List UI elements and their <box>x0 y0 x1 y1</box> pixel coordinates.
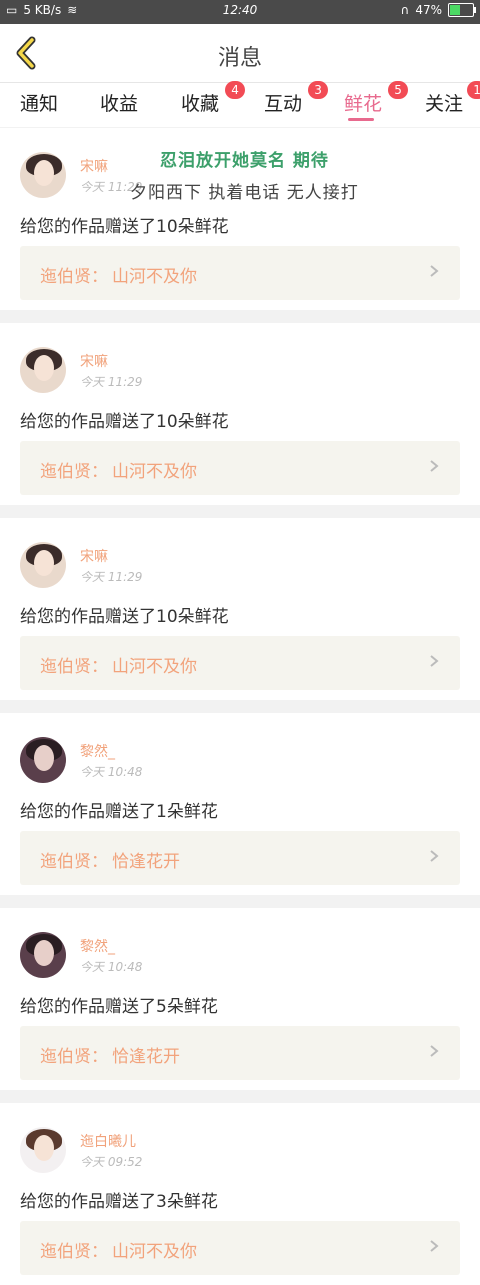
sender-name[interactable]: 黎然_ <box>80 741 115 761</box>
tab-label: 互动 <box>264 93 303 115</box>
tab-favorites[interactable]: 收藏 4 <box>181 81 246 116</box>
tab-label: 通知 <box>20 93 59 115</box>
work-link[interactable]: 迤伯贤： 恰逢花开 <box>20 831 460 885</box>
tab-label: 收藏 <box>181 93 220 115</box>
unread-badge: 5 <box>388 81 409 99</box>
work-link[interactable]: 迤伯贤： 山河不及你 <box>20 246 460 300</box>
avatar[interactable] <box>20 347 66 393</box>
avatar[interactable] <box>20 542 66 588</box>
tab-label: 鲜花 <box>344 93 383 115</box>
tab-bar: 通知 收益 收藏 4 互动 3 鲜花 5 关注 1 <box>0 81 480 127</box>
work-author: 迤伯贤： <box>40 267 108 287</box>
message-text: 给您的作品赠送了1朵鲜花 <box>20 802 218 822</box>
tab-interactions[interactable]: 互动 3 <box>264 81 329 116</box>
chevron-right-icon <box>430 1045 439 1057</box>
flower-message-card[interactable]: 宋嘛 今天 11:29 给您的作品赠送了10朵鲜花 迤伯贤： 山河不及你 <box>0 323 480 505</box>
sender-name[interactable]: 迤白曦儿 <box>80 1131 136 1151</box>
page-title: 消息 <box>217 46 262 71</box>
chevron-right-icon <box>430 655 439 667</box>
sender-name[interactable]: 黎然_ <box>80 936 115 956</box>
work-author: 迤伯贤： <box>40 852 108 872</box>
message-time: 今天 10:48 <box>80 960 143 974</box>
work-author: 迤伯贤： <box>40 1047 108 1067</box>
lyric-overlay-line1: 忍泪放开她莫名 期待 <box>160 151 329 171</box>
chevron-right-icon <box>430 1240 439 1252</box>
unread-badge: 3 <box>308 81 329 99</box>
status-right: ∩ 47% <box>400 3 476 17</box>
work-title: 山河不及你 <box>112 267 197 287</box>
tab-follows[interactable]: 关注 1 <box>425 81 480 116</box>
sender-name[interactable]: 宋嘛 <box>80 156 108 176</box>
chevron-right-icon <box>430 265 439 277</box>
tab-earnings[interactable]: 收益 <box>100 89 138 116</box>
work-title: 山河不及你 <box>112 462 197 482</box>
work-link[interactable]: 迤伯贤： 山河不及你 <box>20 636 460 690</box>
message-time: 今天 09:52 <box>80 1155 143 1169</box>
top-bar: 消息 <box>0 24 480 83</box>
work-link[interactable]: 迤伯贤： 恰逢花开 <box>20 1026 460 1080</box>
message-time: 今天 11:29 <box>80 375 143 389</box>
avatar[interactable] <box>20 932 66 978</box>
status-bar: ▭ 5 KB/s ≋ 12:40 ∩ 47% <box>0 0 480 24</box>
unread-badge: 1 <box>467 81 480 99</box>
sender-name[interactable]: 宋嘛 <box>80 546 108 566</box>
headphones-icon: ∩ <box>400 3 410 17</box>
flower-message-card[interactable]: 迤白曦儿 今天 09:52 给您的作品赠送了3朵鲜花 迤伯贤： 山河不及你 <box>0 1103 480 1285</box>
work-title: 恰逢花开 <box>112 852 180 872</box>
tab-flowers[interactable]: 鲜花 5 <box>344 81 409 116</box>
message-time: 今天 11:29 <box>80 570 143 584</box>
tab-notifications[interactable]: 通知 <box>20 89 58 116</box>
lyric-overlay-line2: 夕阳西下 执着电话 无人接打 <box>130 183 359 203</box>
message-text: 给您的作品赠送了10朵鲜花 <box>20 217 229 237</box>
message-text: 给您的作品赠送了10朵鲜花 <box>20 412 229 432</box>
chevron-right-icon <box>430 850 439 862</box>
work-author: 迤伯贤： <box>40 657 108 677</box>
avatar[interactable] <box>20 152 66 198</box>
flower-message-card[interactable]: 宋嘛 今天 11:29 给您的作品赠送了10朵鲜花 迤伯贤： 山河不及你 <box>0 518 480 700</box>
unread-badge: 4 <box>225 81 246 99</box>
tab-label: 收益 <box>100 93 139 115</box>
work-title: 山河不及你 <box>112 1242 197 1262</box>
avatar[interactable] <box>20 1127 66 1173</box>
tab-label: 关注 <box>425 93 464 115</box>
message-text: 给您的作品赠送了5朵鲜花 <box>20 997 218 1017</box>
flower-message-card[interactable]: 黎然_ 今天 10:48 给您的作品赠送了5朵鲜花 迤伯贤： 恰逢花开 <box>0 908 480 1090</box>
active-tab-indicator <box>348 118 374 121</box>
chevron-right-icon <box>430 460 439 472</box>
work-link[interactable]: 迤伯贤： 山河不及你 <box>20 1221 460 1275</box>
work-author: 迤伯贤： <box>40 1242 108 1262</box>
work-author: 迤伯贤： <box>40 462 108 482</box>
sender-name[interactable]: 宋嘛 <box>80 351 108 371</box>
avatar[interactable] <box>20 737 66 783</box>
message-text: 给您的作品赠送了10朵鲜花 <box>20 607 229 627</box>
battery-percent: 47% <box>415 3 442 17</box>
message-time: 今天 10:48 <box>80 765 143 779</box>
work-link[interactable]: 迤伯贤： 山河不及你 <box>20 441 460 495</box>
message-text: 给您的作品赠送了3朵鲜花 <box>20 1192 218 1212</box>
flower-message-card[interactable]: 黎然_ 今天 10:48 给您的作品赠送了1朵鲜花 迤伯贤： 恰逢花开 <box>0 713 480 895</box>
work-title: 山河不及你 <box>112 657 197 677</box>
battery-icon <box>448 3 476 17</box>
work-title: 恰逢花开 <box>112 1047 180 1067</box>
